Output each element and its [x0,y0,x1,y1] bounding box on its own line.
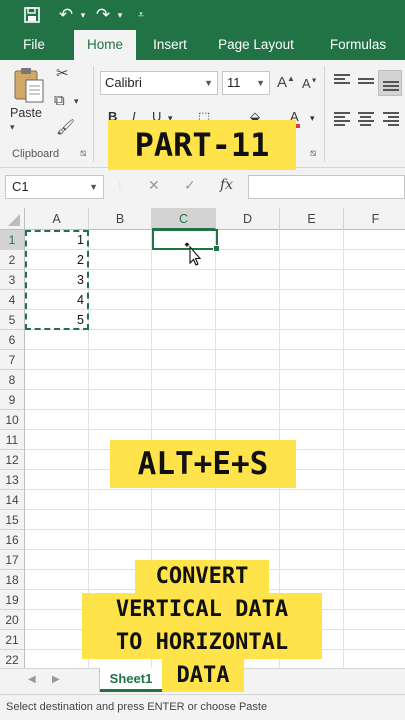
row-header-16[interactable]: 16 [0,530,25,550]
copy-marquee [25,230,89,330]
row-header-19[interactable]: 19 [0,590,25,610]
sheet-tab-sheet1[interactable]: Sheet1 [100,668,162,692]
clipboard-launcher-icon[interactable]: ⧅ [80,148,86,159]
font-launcher-icon[interactable]: ⧅ [310,148,316,159]
align-bottom-button[interactable] [378,70,402,96]
align-left-icon[interactable] [334,112,350,126]
chevron-down-icon: ▼ [256,78,265,88]
ribbon-separator [93,66,94,162]
row-header-3[interactable]: 3 [0,270,25,290]
sheet-next-icon[interactable]: ▶ [52,674,60,685]
align-middle-icon[interactable] [358,78,374,90]
cut-icon[interactable]: ✂ [56,64,69,82]
caption-line-2: VERTICAL DATA [82,593,322,626]
enter-icon[interactable]: ✓ [184,177,196,194]
select-all-corner[interactable] [0,208,25,230]
row-header-8[interactable]: 8 [0,370,25,390]
status-bar: Select destination and press ENTER or ch… [0,694,405,720]
row-header-4[interactable]: 4 [0,290,25,310]
save-icon[interactable] [20,0,44,30]
paste-dropdown-icon[interactable]: ▾ [10,122,15,133]
title-bar: ↶ ▾ ↷ ▾ ⩡ [0,0,405,30]
paste-button[interactable]: Paste [10,106,42,120]
tab-file[interactable]: File [10,30,58,60]
font-color-dropdown-icon[interactable]: ▾ [310,113,315,124]
move-cursor-icon [184,242,201,266]
row-header-5[interactable]: 5 [0,310,25,330]
row-header-1[interactable]: 1 [0,230,25,250]
align-bottom-icon [383,81,399,93]
insert-function-icon[interactable]: fx [220,177,233,193]
column-header-a[interactable]: A [25,208,89,230]
font-name-select[interactable]: Calibri ▼ [100,71,218,95]
clipboard-group-label: Clipboard [12,148,60,160]
ribbon-separator [324,66,325,162]
part-caption: PART-11 [108,120,296,170]
row-header-13[interactable]: 13 [0,470,25,490]
align-top-icon[interactable] [334,74,350,86]
chevron-down-icon: ▼ [89,182,98,192]
name-box[interactable]: C1 ▼ [5,175,104,199]
column-header-e[interactable]: E [280,208,344,230]
tab-formulas[interactable]: Formulas [316,30,400,60]
cancel-icon[interactable]: ✕ [148,177,160,194]
sheet-prev-icon[interactable]: ◀ [28,674,36,685]
copy-icon[interactable]: ⧉ [54,92,65,109]
tab-insert[interactable]: Insert [142,30,198,60]
drag-handle-icon[interactable]: ⋮ [116,181,124,190]
chevron-down-icon: ▼ [204,78,213,88]
column-header-c[interactable]: C [152,208,216,230]
font-name-value: Calibri [105,75,142,90]
shortcut-caption: ALT+E+S [110,440,296,488]
row-header-11[interactable]: 11 [0,430,25,450]
tab-page-layout[interactable]: Page Layout [206,30,306,60]
row-header-22[interactable]: 22 [0,650,25,668]
grow-font-icon[interactable]: A▲ [277,74,295,91]
row-header-12[interactable]: 12 [0,450,25,470]
formula-bar: C1 ▼ ⋮ ✕ ✓ fx [0,168,405,208]
column-header-b[interactable]: B [89,208,152,230]
name-box-value: C1 [12,179,29,194]
ribbon-tabs: File Home Insert Page Layout Formulas [0,30,405,60]
copy-dropdown-icon[interactable]: ▾ [74,96,79,107]
formula-input[interactable] [248,175,405,199]
redo-dropdown-icon[interactable]: ▾ [114,0,126,30]
align-center-icon[interactable] [358,112,374,126]
row-header-21[interactable]: 21 [0,630,25,650]
row-header-20[interactable]: 20 [0,610,25,630]
undo-dropdown-icon[interactable]: ▾ [77,0,89,30]
row-header-18[interactable]: 18 [0,570,25,590]
column-gridline [343,230,344,668]
format-painter-icon[interactable]: 🖌 [56,118,75,136]
row-header-6[interactable]: 6 [0,330,25,350]
row-header-9[interactable]: 9 [0,390,25,410]
tab-home[interactable]: Home [74,30,136,60]
redo-icon[interactable]: ↷ [92,0,114,30]
column-header-d[interactable]: D [216,208,280,230]
caption-line-3: TO HORIZONTAL [82,626,322,659]
undo-icon[interactable]: ↶ [55,0,77,30]
row-header-2[interactable]: 2 [0,250,25,270]
column-header-f[interactable]: F [344,208,405,230]
row-header-14[interactable]: 14 [0,490,25,510]
row-header-7[interactable]: 7 [0,350,25,370]
font-size-value: 11 [227,75,241,90]
customize-qat-icon[interactable]: ⩡ [134,0,148,30]
row-header-17[interactable]: 17 [0,550,25,570]
caption-line-1: CONVERT [135,560,269,593]
paste-icon[interactable] [12,66,46,104]
row-header-15[interactable]: 15 [0,510,25,530]
row-header-10[interactable]: 10 [0,410,25,430]
font-size-select[interactable]: 11 ▼ [222,71,270,95]
caption-line-4: DATA [162,659,244,692]
shrink-font-icon[interactable]: A▼ [302,76,318,91]
align-right-icon[interactable] [383,112,399,126]
